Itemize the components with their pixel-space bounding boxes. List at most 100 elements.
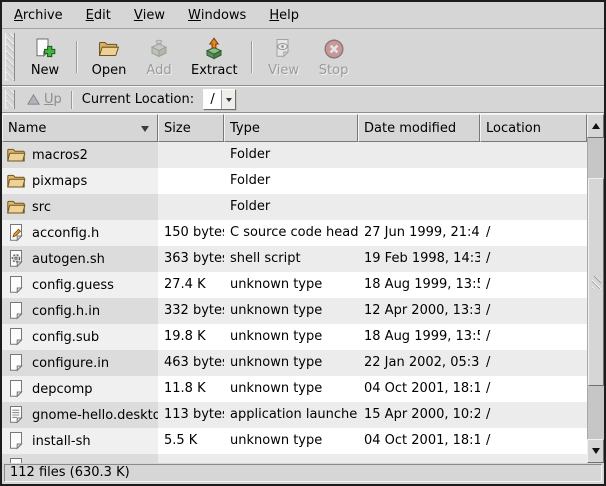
- table-row[interactable]: acconfig.h 150 bytes C source code heade…: [2, 220, 587, 246]
- column-header-name[interactable]: Name: [2, 114, 158, 142]
- view-button[interactable]: View: [259, 35, 309, 79]
- file-name: depcomp: [32, 382, 93, 397]
- table-row[interactable]: pixmaps Folder: [2, 168, 587, 194]
- location-bar-drag-handle[interactable]: [5, 90, 15, 109]
- table-row[interactable]: depcomp 11.8 K unknown type 04 Oct 2001,…: [2, 376, 587, 402]
- toolbar-separator: [251, 41, 253, 73]
- file-date-modified: [358, 142, 480, 168]
- file-name: config.sub: [32, 330, 99, 345]
- file-size: 150 bytes: [158, 220, 224, 246]
- file-size: [158, 142, 224, 168]
- file-location: [480, 194, 587, 220]
- file-size: 363 bytes: [158, 246, 224, 272]
- statusbar: 112 files (630.3 K): [2, 463, 604, 484]
- file-location: [480, 168, 587, 194]
- file-date-modified: 22 Jan 2002, 05:35: [358, 350, 480, 376]
- file-location: /: [480, 376, 587, 402]
- file-date-modified: 19 Feb 1998, 14:31: [358, 246, 480, 272]
- file-icon: [6, 275, 26, 295]
- menu-edit[interactable]: Edit: [78, 2, 119, 28]
- scrollbar-thumb[interactable]: [588, 178, 604, 386]
- launcher-file-icon: [6, 405, 26, 425]
- column-header-date-modified[interactable]: Date modified: [358, 114, 480, 142]
- sort-descending-icon: [141, 126, 149, 136]
- status-box: 112 files (630.3 K): [4, 464, 602, 482]
- file-name: pixmaps: [32, 174, 87, 189]
- file-location: [480, 142, 587, 168]
- file-icon: [6, 379, 26, 399]
- file-type: unknown type: [224, 376, 358, 402]
- table-row[interactable]: autogen.sh 363 bytes shell script 19 Feb…: [2, 246, 587, 272]
- table-row[interactable]: install-sh 5.5 K unknown type 04 Oct 200…: [2, 428, 587, 454]
- file-date-modified: 18 Aug 1999, 13:53: [358, 272, 480, 298]
- file-type: C source code header: [224, 220, 358, 246]
- table-row[interactable]: [2, 454, 587, 463]
- table-row[interactable]: config.sub 19.8 K unknown type 18 Aug 19…: [2, 324, 587, 350]
- file-type: unknown type: [224, 324, 358, 350]
- extract-button[interactable]: Extract: [184, 35, 245, 79]
- file-type: unknown type: [224, 350, 358, 376]
- file-date-modified: 18 Aug 1999, 13:53: [358, 324, 480, 350]
- folder-icon: [6, 145, 26, 165]
- scrollbar-grip: [592, 276, 601, 289]
- menu-archive[interactable]: Archive: [6, 2, 71, 28]
- table-row[interactable]: configure.in 463 bytes unknown type 22 J…: [2, 350, 587, 376]
- folder-icon: [6, 197, 26, 217]
- file-date-modified: 04 Oct 2001, 18:12: [358, 376, 480, 402]
- folder-icon: [6, 171, 26, 191]
- location-combo[interactable]: /: [203, 89, 236, 110]
- scroll-up-button[interactable]: [587, 114, 604, 138]
- file-name: configure.in: [32, 356, 109, 371]
- file-size: 332 bytes: [158, 298, 224, 324]
- new-button[interactable]: New: [20, 35, 70, 79]
- scrollbar-trough[interactable]: [587, 138, 604, 439]
- file-location: /: [480, 298, 587, 324]
- toolbar-buttons: New Open Add Extract View Stop: [20, 29, 359, 85]
- file-location: /: [480, 428, 587, 454]
- file-icon: [6, 457, 26, 463]
- file-type: application launcher: [224, 402, 358, 428]
- file-size: 5.5 K: [158, 428, 224, 454]
- file-size: [158, 454, 224, 463]
- column-header-location[interactable]: Location: [480, 114, 587, 142]
- file-location: /: [480, 220, 587, 246]
- toolbar-drag-handle[interactable]: [5, 33, 15, 81]
- menu-help[interactable]: Help: [261, 2, 307, 28]
- table-row[interactable]: macros2 Folder: [2, 142, 587, 168]
- stop-icon: [322, 37, 346, 61]
- file-date-modified: 15 Apr 2000, 10:21: [358, 402, 480, 428]
- menu-view[interactable]: View: [126, 2, 173, 28]
- toolbar-separator: [76, 41, 78, 73]
- file-type: unknown type: [224, 428, 358, 454]
- open-button[interactable]: Open: [84, 35, 134, 79]
- column-header-size[interactable]: Size: [158, 114, 224, 142]
- status-text: 112 files (630.3 K): [10, 465, 130, 480]
- file-date-modified: [358, 194, 480, 220]
- up-button[interactable]: Up: [20, 92, 68, 107]
- extract-icon: [202, 37, 226, 61]
- scroll-down-icon: [592, 448, 600, 458]
- table-row[interactable]: config.guess 27.4 K unknown type 18 Aug …: [2, 272, 587, 298]
- stop-button[interactable]: Stop: [309, 35, 359, 79]
- file-table: Name Size Type Date modified Location ma…: [2, 114, 604, 463]
- toolbar: New Open Add Extract View Stop: [2, 29, 604, 85]
- file-type: unknown type: [224, 272, 358, 298]
- file-name: src: [32, 200, 51, 215]
- file-name: install-sh: [32, 434, 91, 449]
- scroll-down-button[interactable]: [587, 439, 604, 463]
- file-icon: [6, 327, 26, 347]
- table-row[interactable]: src Folder: [2, 194, 587, 220]
- add-button[interactable]: Add: [134, 35, 184, 79]
- c-source-file-icon: [6, 223, 26, 243]
- up-button-label: Up: [44, 92, 62, 107]
- file-location: /: [480, 324, 587, 350]
- file-name: macros2: [32, 148, 88, 163]
- file-name: gnome-hello.desktop: [32, 408, 158, 423]
- table-row[interactable]: gnome-hello.desktop 113 bytes applicatio…: [2, 402, 587, 428]
- table-row[interactable]: config.h.in 332 bytes unknown type 12 Ap…: [2, 298, 587, 324]
- location-bar: Up Current Location: /: [2, 87, 604, 112]
- menu-windows[interactable]: Windows: [180, 2, 254, 28]
- file-size: 113 bytes: [158, 402, 224, 428]
- file-location: /: [480, 350, 587, 376]
- column-header-type[interactable]: Type: [224, 114, 358, 142]
